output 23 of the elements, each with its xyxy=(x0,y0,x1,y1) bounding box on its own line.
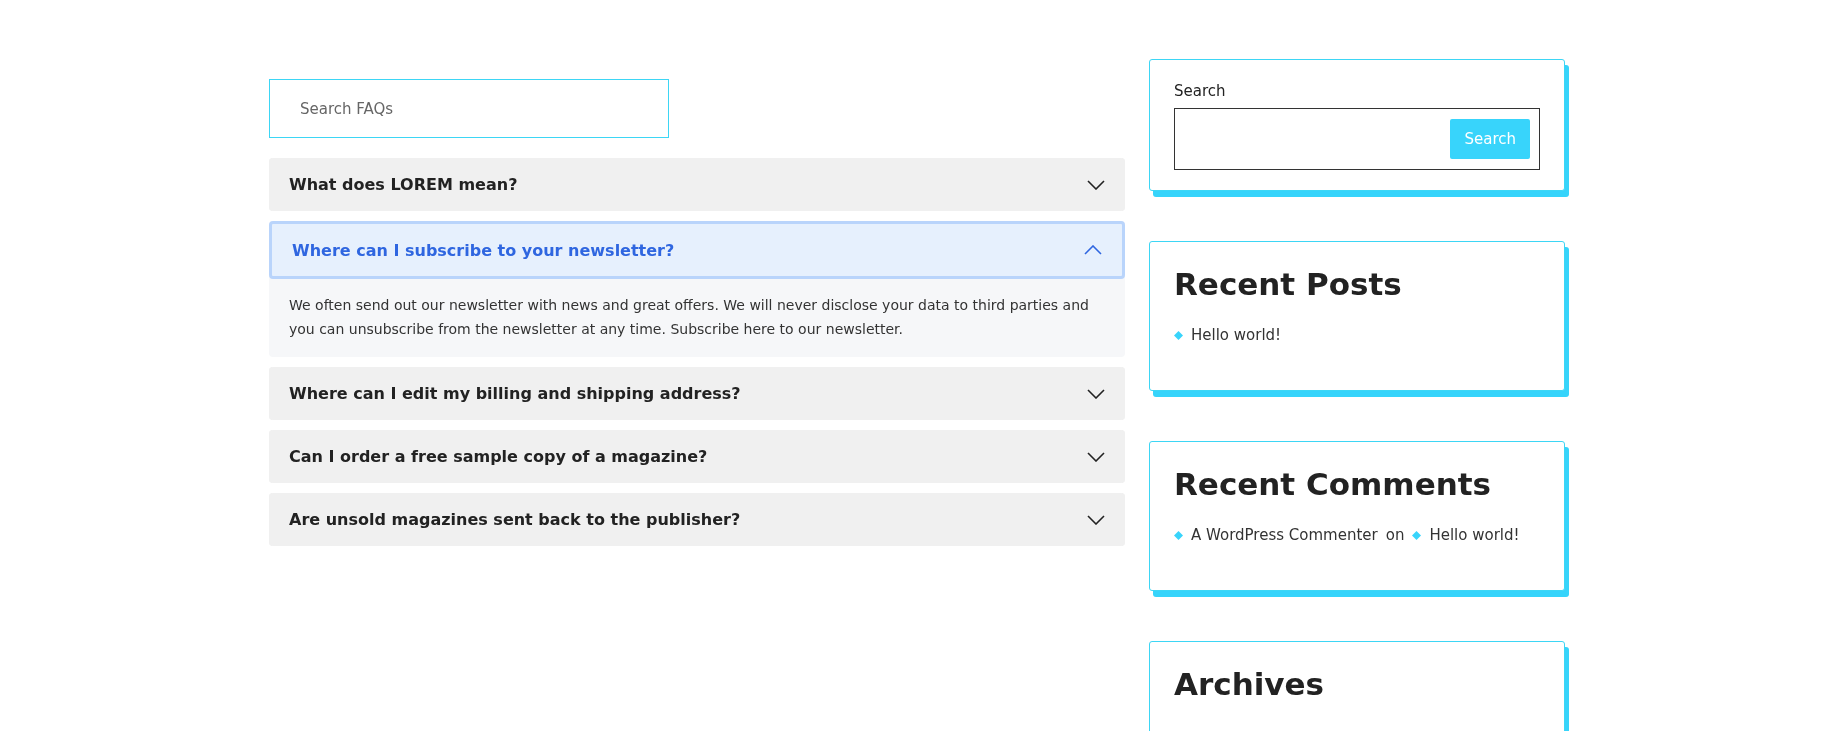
chevron-icon xyxy=(1087,388,1105,399)
faq-question[interactable]: Can I order a free sample copy of a magazine? xyxy=(269,430,1125,483)
diamond-icon xyxy=(1174,530,1183,540)
faq-question[interactable]: Are unsold magazines sent back to the publisher? xyxy=(269,493,1125,546)
diamond-icon xyxy=(1412,530,1422,540)
faq-question[interactable]: What does LOREM mean? xyxy=(269,158,1125,211)
comment-author-link[interactable]: A WordPress Commenter xyxy=(1191,526,1378,544)
post-link[interactable]: Hello world! xyxy=(1429,526,1520,544)
widget-title: Recent Comments xyxy=(1174,466,1492,502)
faq-question[interactable]: Where can I edit my billing and shipping address? xyxy=(269,367,1125,420)
widget-title: Recent Posts xyxy=(1174,266,1403,302)
chevron-icon xyxy=(1084,245,1102,255)
faq-question[interactable]: Where can I subscribe to your newsletter? xyxy=(269,221,1125,279)
diamond-icon xyxy=(1174,330,1183,340)
comment-connector: on xyxy=(1385,526,1405,544)
chevron-icon xyxy=(1087,451,1105,462)
post-link[interactable]: Hello world! xyxy=(1191,326,1282,344)
search-label: Search xyxy=(1174,82,1227,100)
chevron-icon xyxy=(1087,179,1105,190)
widget-title: Archives xyxy=(1174,666,1326,702)
chevron-icon xyxy=(1087,514,1105,525)
faq-answer: We often send out our newsletter with news and great offers. We will never disclose your data to third parties and you can unsubscribe from the newsletter at any time. Subscribe here to our newsletter. xyxy=(288,296,1090,339)
faq-search-field[interactable]: Search FAQs xyxy=(269,79,669,138)
